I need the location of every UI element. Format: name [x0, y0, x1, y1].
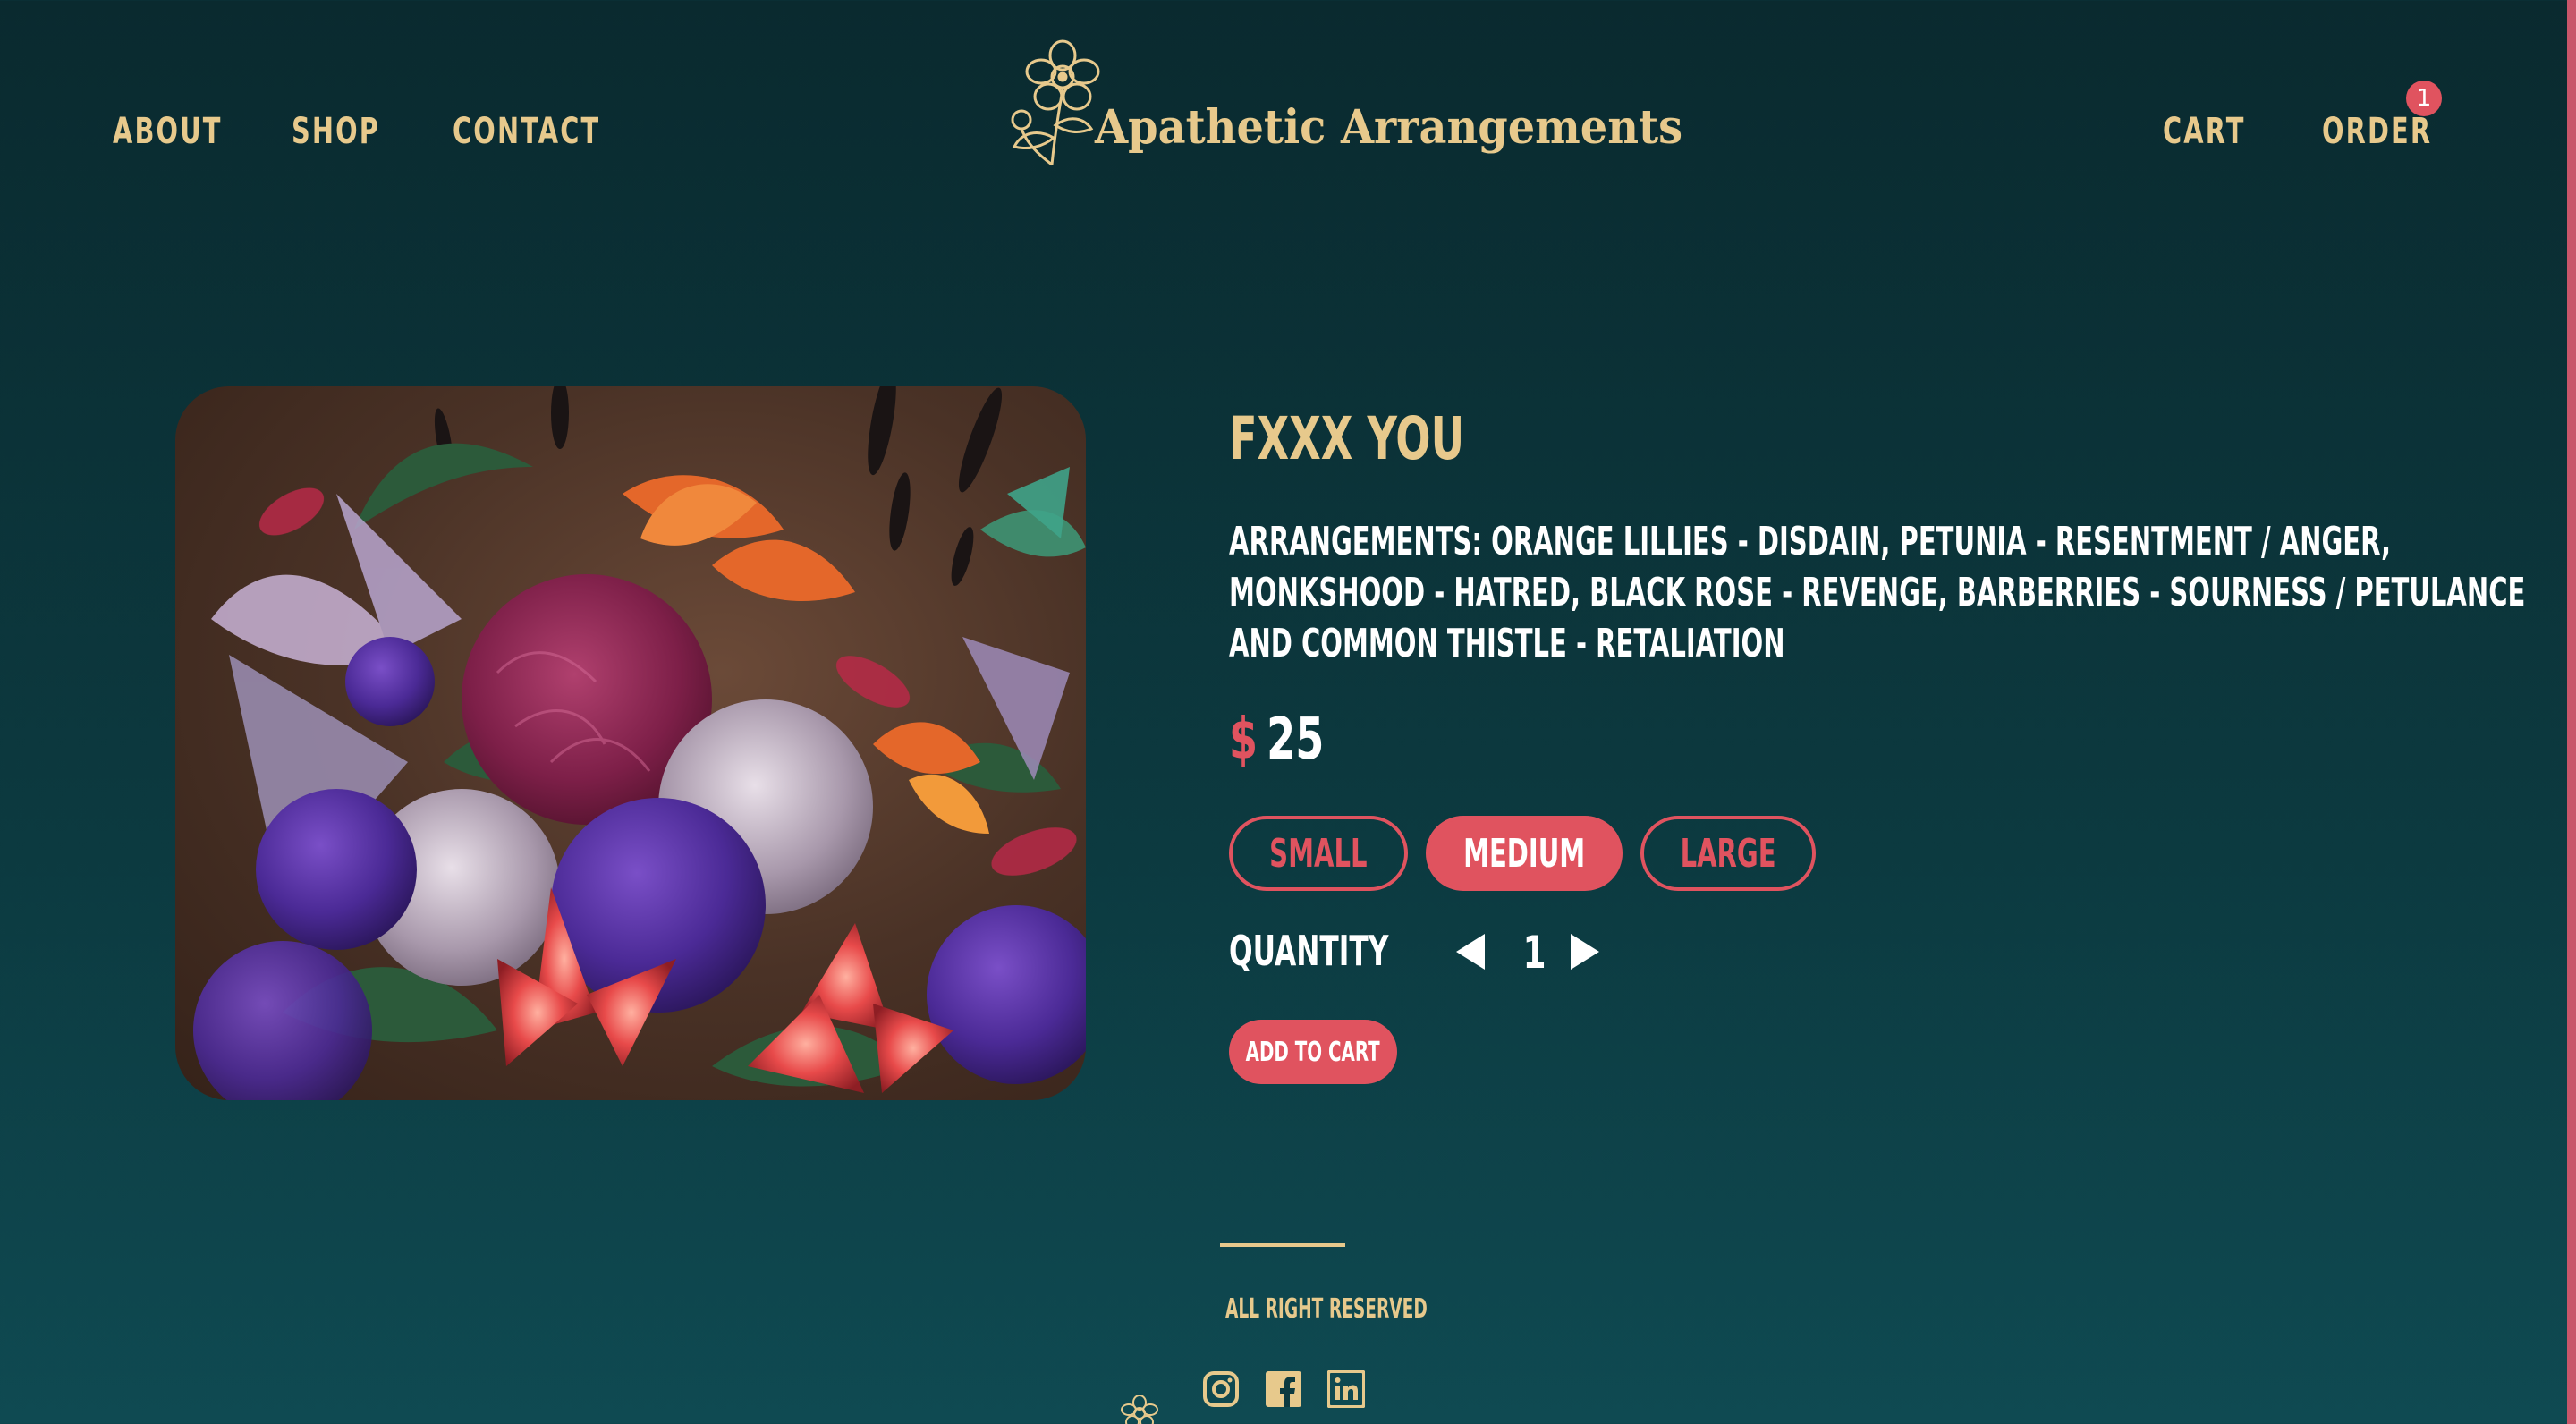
linkedin-icon[interactable] — [1327, 1370, 1365, 1408]
nav-contact[interactable]: CONTACT — [453, 111, 600, 152]
product-description-line: MONKSHOOD - HATRED, BLACK ROSE - REVENGE… — [1229, 570, 2526, 615]
price-amount: 25 — [1267, 707, 1325, 773]
bouquet-illustration — [193, 386, 1086, 1100]
product-image — [175, 386, 1086, 1100]
footer-flower-icon — [1121, 1395, 1158, 1424]
product-title: FXXX YOU — [1229, 404, 1465, 473]
size-large-label: LARGE — [1680, 830, 1776, 877]
product-description-line: ARRANGEMENTS: ORANGE LILLIES - DISDAIN, … — [1229, 519, 2392, 564]
size-large-button[interactable]: LARGE — [1640, 816, 1816, 891]
size-medium-label: MEDIUM — [1462, 830, 1586, 877]
currency-symbol: $ — [1229, 707, 1258, 773]
size-medium-button[interactable]: MEDIUM — [1426, 816, 1623, 891]
nav-shop[interactable]: SHOP — [292, 111, 380, 152]
product-description-line: AND COMMON THISTLE - RETALIATION — [1229, 621, 1785, 666]
nav-cart[interactable]: CART — [2163, 111, 2246, 152]
facebook-icon[interactable] — [1265, 1370, 1302, 1408]
size-small-label: SMALL — [1269, 830, 1368, 877]
quantity-value: 1 — [1522, 927, 1546, 979]
quantity-increase-icon[interactable] — [1567, 930, 1603, 973]
scrollbar[interactable] — [2567, 0, 2576, 1424]
quantity-label: QUANTITY — [1229, 927, 1389, 975]
quantity-decrease-icon[interactable] — [1453, 930, 1488, 973]
add-to-cart-label: ADD TO CART — [1245, 1036, 1381, 1068]
flower-logo-icon — [1011, 39, 1100, 166]
size-small-button[interactable]: SMALL — [1229, 816, 1408, 891]
footer-rights: ALL RIGHT RESERVED — [1225, 1293, 1428, 1325]
product-price: $25 — [1229, 707, 1324, 773]
instagram-icon[interactable] — [1202, 1370, 1240, 1408]
footer-divider — [1220, 1243, 1345, 1247]
logo[interactable]: Apathetic Arrangements — [1002, 39, 1682, 174]
nav-about[interactable]: ABOUT — [113, 111, 223, 152]
nav-order[interactable]: ORDER — [2322, 111, 2432, 152]
add-to-cart-button[interactable]: ADD TO CART — [1229, 1020, 1397, 1084]
order-count-badge: 1 — [2406, 81, 2442, 116]
brand-name: Apathetic Arrangements — [1095, 100, 1683, 155]
